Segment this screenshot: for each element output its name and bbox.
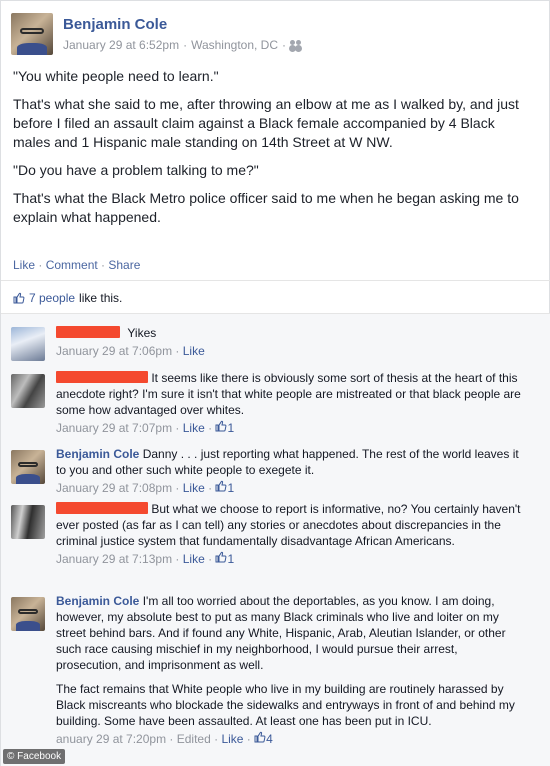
post-body: "You white people need to learn." That's…	[13, 67, 533, 236]
commenter-avatar[interactable]	[11, 505, 45, 539]
commenter-avatar[interactable]	[11, 327, 45, 361]
friends-icon[interactable]	[290, 40, 303, 50]
commenter-avatar[interactable]	[11, 597, 45, 631]
author-avatar[interactable]	[11, 13, 53, 55]
comment-author[interactable]: Benjamin Cole	[56, 447, 139, 461]
post-location[interactable]: Washington, DC	[191, 38, 278, 52]
comment: Benjamin Cole I'm all too worried about …	[11, 593, 536, 763]
comment-body: Yikes January 29 at 7:06pm · Like	[56, 325, 526, 359]
comment: But what we choose to report is informat…	[11, 501, 536, 585]
comment-body: But what we choose to report is informat…	[56, 501, 526, 567]
thumbs-up-icon	[215, 551, 227, 563]
comment-text: Yikes	[127, 326, 157, 340]
post-paragraph: "You white people need to learn."	[13, 68, 219, 84]
comment-author[interactable]: Benjamin Cole	[56, 594, 139, 608]
comment-meta: January 29 at 7:06pm · Like	[56, 343, 526, 359]
comment-like-count[interactable]: 4	[266, 732, 273, 746]
commenter-avatar[interactable]	[11, 450, 45, 484]
meta-separator: ·	[204, 552, 216, 566]
thumbs-up-icon	[254, 731, 266, 743]
comment: Yikes January 29 at 7:06pm · Like	[11, 323, 536, 363]
share-action[interactable]: Share	[108, 258, 140, 272]
redacted-name	[56, 502, 148, 514]
comment-meta: January 29 at 7:07pm · Like · 1	[56, 420, 526, 436]
likes-people-link[interactable]: 7 people	[29, 291, 75, 305]
post-paragraph: That's what she said to me, after throwi…	[13, 96, 519, 150]
comment: It seems like there is obviously some so…	[11, 370, 536, 436]
likes-suffix: like this.	[79, 291, 123, 305]
comment-like-button[interactable]: Like	[183, 344, 205, 358]
comment-time[interactable]: January 29 at 7:06pm	[56, 344, 172, 358]
likes-summary: 7 people like this.	[13, 291, 122, 305]
meta-separator: ·	[210, 732, 222, 746]
post-paragraph: "Do you have a problem talking to me?"	[13, 162, 259, 178]
thumbs-up-icon	[215, 420, 227, 432]
comment-like-button[interactable]: Like	[183, 421, 205, 435]
comment-meta: anuary 29 at 7:20pm · Edited · Like · 4	[56, 731, 526, 747]
comment-time[interactable]: January 29 at 7:07pm	[56, 421, 172, 435]
comment-like-count[interactable]: 1	[227, 421, 234, 435]
comment-like-count[interactable]: 1	[227, 481, 234, 495]
comment-like-count[interactable]: 1	[227, 552, 234, 566]
edited-label[interactable]: Edited	[177, 732, 211, 746]
like-action[interactable]: Like	[13, 258, 35, 272]
comment-action[interactable]: Comment	[46, 258, 98, 272]
meta-separator: ·	[172, 344, 183, 358]
meta-separator: ·	[204, 421, 216, 435]
post-header: Benjamin Cole January 29 at 6:52pm · Was…	[11, 13, 303, 59]
facebook-watermark: © Facebook	[3, 749, 66, 764]
meta-separator: ·	[172, 421, 183, 435]
author-block: Benjamin Cole January 29 at 6:52pm · Was…	[63, 13, 303, 59]
commenter-avatar[interactable]	[11, 374, 45, 408]
comment-text-paragraph: The fact remains that White people who l…	[56, 682, 515, 728]
comment-like-button[interactable]: Like	[183, 481, 205, 495]
comment-body: Benjamin Cole I'm all too worried about …	[56, 593, 526, 747]
redacted-name	[56, 326, 120, 338]
comment-body: It seems like there is obviously some so…	[56, 370, 526, 436]
meta-separator: ·	[243, 732, 255, 746]
comment-time[interactable]: January 29 at 7:13pm	[56, 552, 172, 566]
meta-separator: ·	[204, 481, 216, 495]
post-actions: Like · Comment · Share	[13, 258, 141, 272]
post-paragraph: That's what the Black Metro police offic…	[13, 190, 519, 225]
comment: Benjamin Cole Danny . . . just reporting…	[11, 446, 536, 496]
comment-meta: January 29 at 7:08pm · Like · 1	[56, 480, 526, 496]
facebook-post: Benjamin Cole January 29 at 6:52pm · Was…	[0, 0, 550, 766]
thumbs-up-icon	[13, 292, 25, 304]
thumbs-up-icon	[215, 480, 227, 492]
author-name[interactable]: Benjamin Cole	[63, 16, 303, 34]
redacted-name	[56, 371, 148, 383]
comment-time[interactable]: January 29 at 7:08pm	[56, 481, 172, 495]
comment-time[interactable]: anuary 29 at 7:20pm	[56, 732, 166, 746]
post-meta: January 29 at 6:52pm · Washington, DC ·	[63, 38, 303, 52]
comment-like-button[interactable]: Like	[221, 732, 243, 746]
comment-meta: January 29 at 7:13pm · Like · 1	[56, 551, 526, 567]
meta-separator: ·	[166, 732, 177, 746]
post-timestamp[interactable]: January 29 at 6:52pm	[63, 38, 179, 52]
meta-separator: ·	[172, 552, 183, 566]
meta-separator: ·	[172, 481, 183, 495]
comment-like-button[interactable]: Like	[183, 552, 205, 566]
comment-body: Benjamin Cole Danny . . . just reporting…	[56, 446, 526, 496]
divider	[1, 280, 550, 281]
